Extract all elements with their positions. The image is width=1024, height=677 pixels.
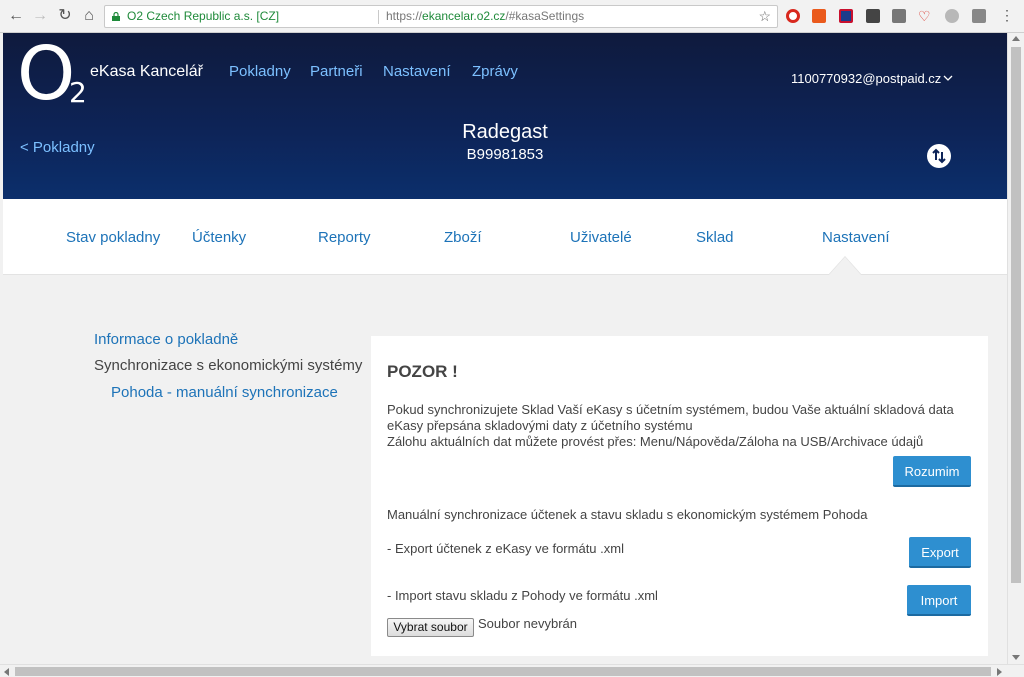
warning-line-2: eKasy přepsána skladovými daty z účetníh…: [387, 418, 693, 433]
heart-extension-icon[interactable]: ♡: [918, 9, 932, 23]
file-status: Soubor nevybrán: [478, 616, 578, 631]
export-description: - Export účtenek z eKasy ve formátu .xml: [387, 541, 624, 556]
tab-nastaveni[interactable]: Nastavení: [822, 229, 890, 246]
nav-partneri[interactable]: Partneři: [310, 63, 363, 80]
reload-icon[interactable]: ↻: [55, 6, 75, 26]
header-banner: O 2 eKasa Kancelář Pokladny Partneři Nas…: [3, 33, 1007, 199]
sidemenu-pohoda[interactable]: Pohoda - manuální synchronizace: [111, 384, 338, 401]
sync-arrows-icon: [932, 148, 946, 164]
tab-uzivatele[interactable]: Uživatelé: [570, 229, 632, 246]
vertical-scrollbar[interactable]: [1007, 33, 1024, 664]
brand-name: eKasa Kancelář: [90, 63, 203, 80]
lock-icon: [112, 12, 120, 21]
bookmark-star-icon[interactable]: ☆: [758, 6, 771, 27]
home-icon[interactable]: ⌂: [79, 6, 99, 26]
horizontal-scroll-thumb[interactable]: [15, 667, 991, 676]
url-path: /#kasaSettings: [505, 9, 585, 23]
forward-arrow-icon[interactable]: →: [30, 6, 50, 26]
import-button[interactable]: Import: [907, 585, 971, 616]
account-menu[interactable]: 1100770932@postpaid.cz: [791, 71, 941, 86]
store-name: Radegast: [462, 121, 548, 143]
horizontal-scrollbar[interactable]: [0, 664, 1024, 677]
url-text: https://ekancelar.o2.cz/#kasaSettings: [386, 6, 584, 27]
url-scheme: https://: [386, 9, 423, 23]
square-extension-icon[interactable]: [892, 9, 906, 23]
active-tab-indicator: [829, 257, 861, 275]
tab-uctenky[interactable]: Účtenky: [192, 229, 246, 246]
opera-extension-icon[interactable]: [786, 9, 800, 23]
manual-sync-text: Manuální synchronizace účtenek a stavu s…: [387, 507, 868, 522]
back-arrow-icon[interactable]: ←: [6, 6, 26, 26]
address-bar[interactable]: O2 Czech Republic a.s. [CZ] https://ekan…: [104, 5, 778, 28]
warning-title: POZOR !: [387, 362, 458, 381]
page: O 2 eKasa Kancelář Pokladny Partneři Nas…: [3, 33, 1007, 664]
import-description: - Import stavu skladu z Pohody ve formát…: [387, 588, 658, 603]
omnibox-separator: [378, 10, 379, 24]
o2-logo-subscript: 2: [69, 76, 87, 109]
sidemenu-informace[interactable]: Informace o pokladně: [94, 331, 238, 348]
store-id: B99981853: [466, 146, 544, 163]
browser-toolbar: ← → ↻ ⌂ O2 Czech Republic a.s. [CZ] http…: [0, 0, 1024, 33]
o2-logo[interactable]: O: [17, 37, 75, 111]
url-host: ekancelar.o2.cz: [422, 9, 506, 23]
choose-file-button[interactable]: Vybrat soubor: [387, 618, 474, 637]
browser-menu-icon[interactable]: ⋮: [1000, 8, 1014, 22]
tab-sklad[interactable]: Sklad: [696, 229, 734, 246]
flag-extension-icon[interactable]: [839, 9, 853, 23]
nav-nastaveni[interactable]: Nastavení: [383, 63, 451, 80]
scroll-right-arrow-icon[interactable]: [997, 668, 1002, 676]
tab-zbozi[interactable]: Zboží: [444, 229, 482, 246]
cloud-extension-icon[interactable]: [945, 9, 959, 23]
export-button[interactable]: Export: [909, 537, 971, 568]
sync-panel: POZOR ! Pokud synchronizujete Sklad Vaší…: [371, 336, 988, 656]
scroll-left-arrow-icon[interactable]: [4, 668, 9, 676]
secure-site-label: O2 Czech Republic a.s. [CZ]: [127, 9, 280, 23]
understand-button[interactable]: Rozumim: [893, 456, 971, 487]
scroll-up-arrow-icon[interactable]: [1012, 36, 1020, 41]
nav-zpravy[interactable]: Zprávy: [472, 63, 518, 80]
warning-line-3: Zálohu aktuálních dat můžete provést pře…: [387, 434, 924, 449]
sync-button[interactable]: [927, 144, 951, 168]
nav-pokladny[interactable]: Pokladny: [229, 63, 291, 80]
shield-extension-icon[interactable]: [866, 9, 880, 23]
sidemenu-synchronizace[interactable]: Synchronizace s ekonomickými systémy: [94, 357, 362, 374]
chevron-down-icon[interactable]: [943, 73, 953, 83]
scroll-down-arrow-icon[interactable]: [1012, 655, 1020, 660]
warning-line-1: Pokud synchronizujete Sklad Vaší eKasy s…: [387, 402, 954, 417]
pokladna-tabs: Stav pokladny Účtenky Reporty Zboží Uživ…: [3, 199, 1007, 275]
tab-reporty[interactable]: Reporty: [318, 229, 371, 246]
office-extension-icon[interactable]: [812, 9, 826, 23]
mail-extension-icon[interactable]: [972, 9, 986, 23]
vertical-scroll-thumb[interactable]: [1011, 47, 1021, 583]
tab-stav-pokladny[interactable]: Stav pokladny: [66, 229, 160, 246]
